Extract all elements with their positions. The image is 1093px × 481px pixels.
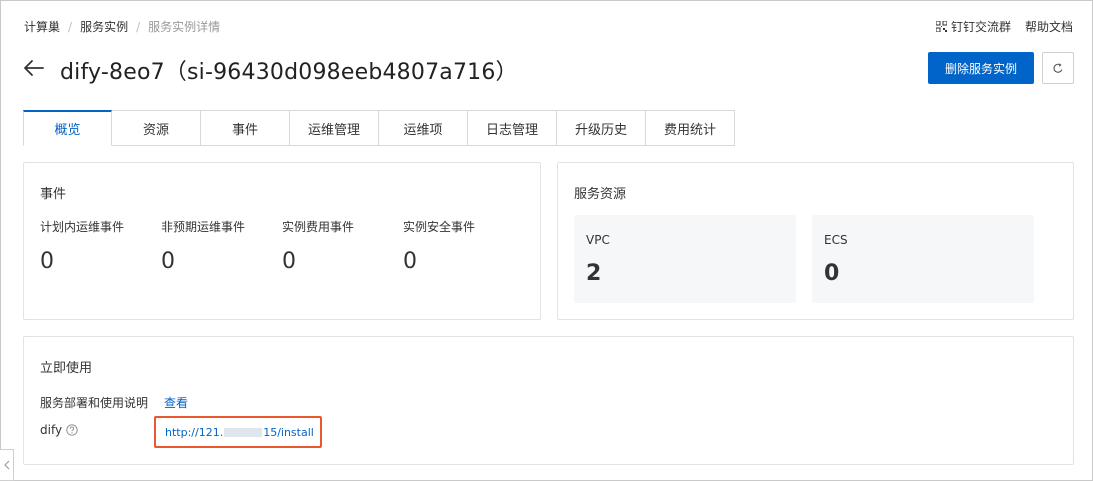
- tab-resources[interactable]: 资源: [112, 110, 201, 146]
- tab-logs[interactable]: 日志管理: [468, 110, 557, 146]
- tab-operations[interactable]: 运维管理: [290, 110, 379, 146]
- url-suffix: 15/install: [263, 425, 314, 439]
- refresh-icon: [1053, 63, 1063, 73]
- event-label-billing: 实例费用事件: [282, 220, 355, 234]
- event-count-security: 0: [403, 249, 417, 274]
- delete-instance-button[interactable]: 删除服务实例: [928, 52, 1034, 84]
- event-count-planned: 0: [40, 249, 54, 274]
- question-circle-icon[interactable]: [66, 424, 78, 436]
- breadcrumb-item-service-instances[interactable]: 服务实例: [80, 18, 128, 35]
- resource-tile-vpc[interactable]: VPC 2: [574, 215, 796, 303]
- app-name: dify: [40, 423, 63, 437]
- resource-tile-ecs[interactable]: ECS 0: [812, 215, 1034, 303]
- event-label-planned: 计划内运维事件: [40, 220, 125, 234]
- events-card-title: 事件: [40, 187, 67, 202]
- event-count-billing: 0: [282, 249, 296, 274]
- event-label-unexpected: 非预期运维事件: [161, 220, 246, 234]
- tab-bar: 概览 资源 事件 运维管理 运维项 日志管理 升级历史 费用统计: [23, 110, 735, 146]
- app-install-url-link[interactable]: http://121. 15/install: [165, 426, 314, 439]
- event-count-unexpected: 0: [161, 249, 175, 274]
- sidebar-collapse-toggle[interactable]: [0, 449, 14, 481]
- breadcrumb-separator: /: [136, 19, 141, 34]
- use-now-title: 立即使用: [40, 361, 93, 376]
- app-endpoint-label: dify: [40, 423, 78, 437]
- tab-events[interactable]: 事件: [201, 110, 290, 146]
- events-card: 事件 计划内运维事件 0 非预期运维事件 0 实例费用事件 0 实例安全事件 0: [23, 162, 541, 320]
- breadcrumb-item-current: 服务实例详情: [148, 20, 221, 34]
- breadcrumb-separator: /: [68, 19, 73, 34]
- highlighted-url-box: http://121. 15/install: [154, 416, 322, 448]
- help-docs-link[interactable]: 帮助文档: [1025, 18, 1073, 35]
- resource-count-vpc: 2: [586, 261, 602, 286]
- use-now-card: 立即使用 服务部署和使用说明 查看 dify http://121. 15/ins…: [23, 336, 1074, 465]
- resource-count-ecs: 0: [824, 261, 840, 286]
- redacted-ip-segment: [224, 428, 263, 437]
- resource-label-ecs: ECS: [824, 233, 848, 247]
- url-prefix: http://121.: [165, 425, 224, 439]
- dingtalk-group-link[interactable]: 钉钉交流群: [935, 18, 1011, 35]
- back-arrow-icon[interactable]: [22, 56, 46, 80]
- page-title: dify-8eo7（si-96430d098eeb4807a716）: [60, 60, 518, 85]
- tab-overview[interactable]: 概览: [23, 110, 112, 146]
- resource-label-vpc: VPC: [586, 233, 610, 247]
- tab-upgrade-history[interactable]: 升级历史: [557, 110, 646, 146]
- chevron-left-icon: [3, 460, 9, 470]
- resources-card-title: 服务资源: [574, 187, 627, 202]
- qrcode-icon: [935, 21, 947, 32]
- event-label-security: 实例安全事件: [403, 220, 476, 234]
- view-instructions-link[interactable]: 查看: [164, 394, 188, 411]
- dingtalk-group-label: 钉钉交流群: [950, 20, 1011, 34]
- breadcrumb-item-compute-nest[interactable]: 计算巢: [24, 18, 60, 35]
- tab-billing[interactable]: 费用统计: [646, 110, 735, 146]
- top-links: 钉钉交流群 帮助文档: [935, 18, 1073, 35]
- breadcrumb: 计算巢 / 服务实例 / 服务实例详情: [24, 18, 220, 35]
- refresh-button[interactable]: [1042, 52, 1074, 84]
- instructions-label: 服务部署和使用说明: [40, 396, 149, 410]
- service-resources-card: 服务资源 VPC 2 ECS 0: [557, 162, 1074, 320]
- tab-ops-items[interactable]: 运维项: [379, 110, 468, 146]
